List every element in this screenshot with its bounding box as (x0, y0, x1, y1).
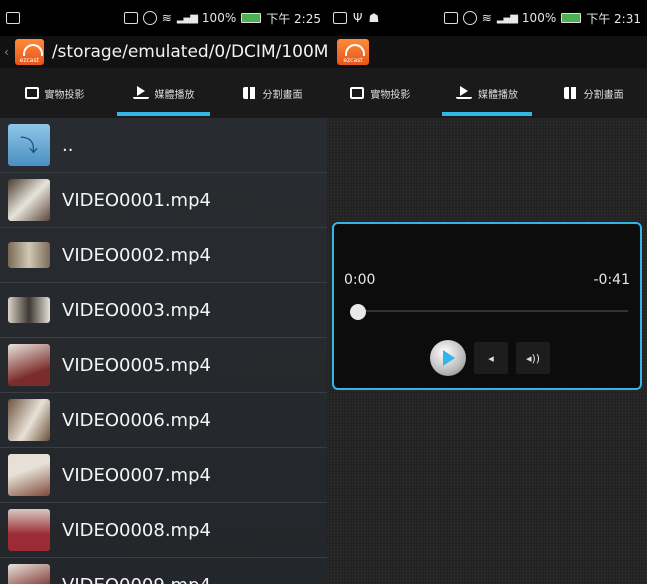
media-player-panel: 0:00 -0:41 ◂ ◂)) (332, 222, 642, 390)
android-icon: ☗ (368, 11, 380, 25)
list-item[interactable]: VIDEO0005.mp4 (0, 338, 327, 393)
file-browser-screen: ≋ ▂▄▆ 100% 下午 2:25 ‹ /storage/emulated/0… (0, 0, 327, 584)
seek-knob[interactable] (350, 304, 366, 320)
list-item[interactable]: VIDEO0009.mp4 (0, 558, 327, 584)
tab-document-camera[interactable]: 實物投影 (0, 68, 109, 118)
usb-icon: Ψ (353, 11, 363, 25)
seek-bar[interactable] (352, 310, 628, 312)
file-name: VIDEO0005.mp4 (62, 354, 211, 376)
video-thumbnail (8, 564, 50, 584)
play-button[interactable] (430, 340, 466, 376)
camera-icon (24, 87, 39, 99)
tab-media-play[interactable]: 媒體播放 (434, 68, 541, 118)
media-play-icon (132, 87, 149, 99)
list-item[interactable]: VIDEO0006.mp4 (0, 393, 327, 448)
status-bar: Ψ ☗ ≋ ▂▄▆ 100% 下午 2:31 (327, 0, 647, 36)
video-thumbnail (8, 399, 50, 441)
video-thumbnail (8, 344, 50, 386)
video-thumbnail (8, 509, 50, 551)
wifi-icon: ≋ (161, 11, 172, 25)
volume-down-button[interactable]: ◂ (474, 342, 508, 374)
volume-up-icon: ◂)) (525, 351, 541, 365)
file-name: VIDEO0006.mp4 (62, 409, 211, 431)
battery-percent: 100% (201, 11, 237, 25)
vibrate-icon (123, 12, 138, 24)
battery-icon (561, 13, 582, 23)
battery-icon (241, 13, 262, 23)
signal-icon: ▂▄▆ (176, 12, 198, 24)
list-item[interactable]: VIDEO0003.mp4 (0, 283, 327, 338)
remaining-time: -0:41 (593, 272, 631, 288)
tab-bar: 實物投影 媒體播放 分割畫面 (0, 68, 327, 118)
file-name: VIDEO0008.mp4 (62, 519, 211, 541)
video-thumbnail (8, 179, 50, 221)
tab-document-camera[interactable]: 實物投影 (327, 68, 434, 118)
signal-icon: ▂▄▆ (496, 12, 518, 24)
file-name: VIDEO0003.mp4 (62, 299, 211, 321)
alarm-icon (462, 11, 477, 25)
volume-up-button[interactable]: ◂)) (516, 342, 550, 374)
list-item[interactable]: VIDEO0008.mp4 (0, 503, 327, 558)
camera-icon (350, 87, 365, 99)
folder-up-icon (8, 124, 50, 166)
battery-percent: 100% (521, 11, 557, 25)
volume-down-icon: ◂ (488, 351, 494, 365)
wifi-icon: ≋ (481, 11, 492, 25)
list-item[interactable]: VIDEO0001.mp4 (0, 173, 327, 228)
list-item[interactable]: VIDEO0007.mp4 (0, 448, 327, 503)
file-name: VIDEO0007.mp4 (62, 464, 211, 486)
status-bar: ≋ ▂▄▆ 100% 下午 2:25 (0, 0, 327, 36)
split-screen-icon (242, 87, 257, 99)
list-item[interactable]: VIDEO0002.mp4 (0, 228, 327, 283)
tab-label: 實物投影 (370, 89, 411, 101)
current-path: /storage/emulated/0/DCIM/100ME... (51, 42, 327, 62)
app-logo-icon[interactable] (337, 39, 369, 65)
vibrate-icon (443, 12, 458, 24)
clock: 下午 2:31 (586, 11, 641, 26)
split-screen-icon (563, 87, 578, 99)
file-name: VIDEO0001.mp4 (62, 189, 211, 211)
clock: 下午 2:25 (266, 11, 321, 26)
tab-split-screen[interactable]: 分割畫面 (218, 68, 327, 118)
tab-label: 實物投影 (44, 89, 85, 101)
file-list: .. VIDEO0001.mp4 VIDEO0002.mp4 VIDEO0003… (0, 118, 327, 584)
action-bar (327, 36, 647, 68)
file-name: VIDEO0002.mp4 (62, 244, 211, 266)
notification-icon (333, 12, 347, 24)
tab-label: 分割畫面 (262, 89, 303, 101)
file-name: VIDEO0009.mp4 (62, 575, 211, 584)
alarm-icon (142, 11, 157, 25)
media-player-screen: Ψ ☗ ≋ ▂▄▆ 100% 下午 2:31 實物投影 媒體播放 分割畫面 (327, 0, 647, 584)
tab-label: 媒體播放 (154, 89, 195, 101)
tab-label: 分割畫面 (583, 89, 624, 101)
back-caret-icon[interactable]: ‹ (4, 45, 9, 59)
tab-label: 媒體播放 (478, 89, 518, 101)
video-thumbnail (8, 242, 50, 268)
video-thumbnail (8, 454, 50, 496)
media-play-icon (456, 87, 472, 99)
tab-bar: 實物投影 媒體播放 分割畫面 (327, 68, 647, 118)
list-item-parent-folder[interactable]: .. (0, 118, 327, 173)
tab-media-play[interactable]: 媒體播放 (109, 68, 218, 118)
video-thumbnail (8, 297, 50, 323)
file-name: .. (62, 134, 74, 156)
notification-icon (6, 12, 20, 24)
tab-split-screen[interactable]: 分割畫面 (540, 68, 647, 118)
app-logo-icon[interactable] (14, 39, 44, 65)
current-time: 0:00 (344, 272, 376, 288)
action-bar: ‹ /storage/emulated/0/DCIM/100ME... (0, 36, 327, 68)
